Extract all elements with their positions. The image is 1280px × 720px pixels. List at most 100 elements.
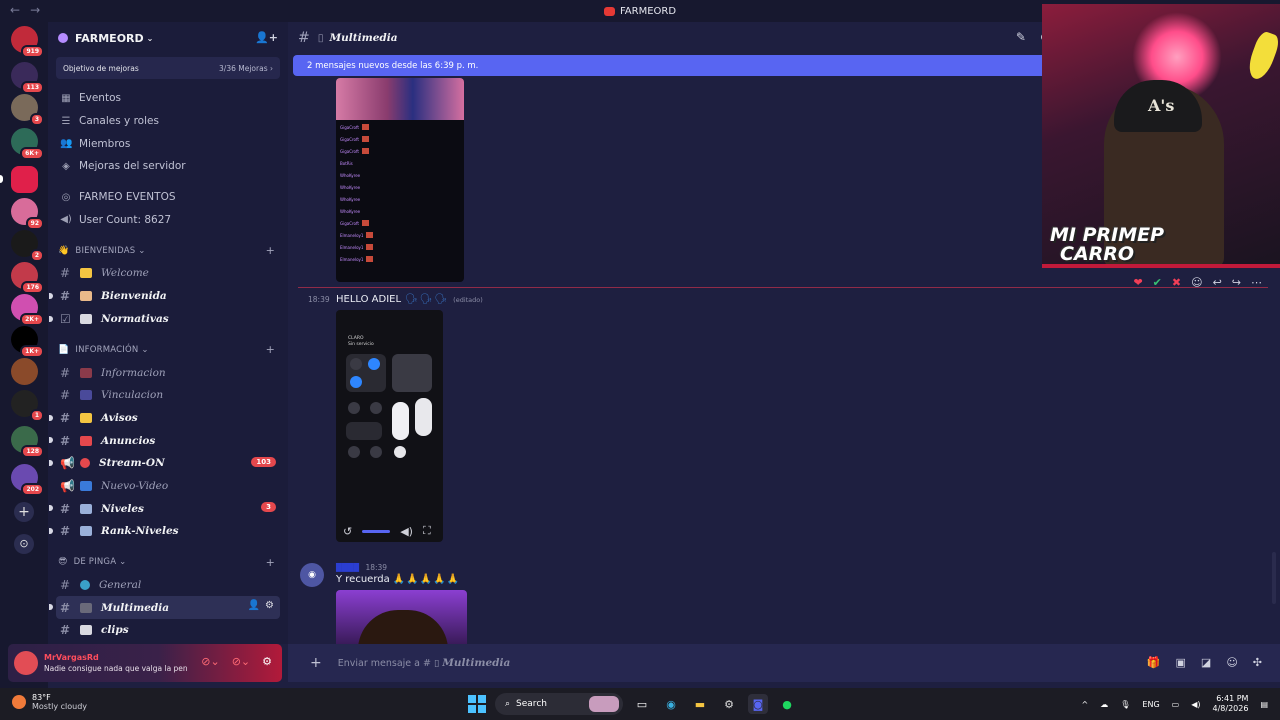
mic-muted-icon[interactable]: ⊘⌄ [201,655,219,668]
video-progress-bar[interactable] [362,529,391,533]
replay-icon[interactable]: ↺ [343,525,352,538]
chevron-up-icon[interactable]: ^ [1082,700,1089,709]
server-icon-13[interactable]: 128 [11,426,44,458]
menu-canales-roles[interactable]: ☰ Canales y roles [48,110,288,133]
forward-icon[interactable]: ↪ [1232,276,1241,289]
settings-gear-icon[interactable]: ⚙ [262,655,272,668]
cloud-icon[interactable]: ☁ [1100,700,1108,709]
network-icon[interactable]: ▭ [1172,700,1180,709]
add-channel-icon[interactable]: + [266,556,275,569]
server-icon-11[interactable] [11,358,38,385]
menu-miembros[interactable]: 👥 Miembros [48,132,288,155]
sticker-icon[interactable]: ◪ [1201,656,1211,669]
server-icon-5[interactable] [11,166,38,193]
x-reaction-icon[interactable]: ✖ [1172,276,1181,289]
emoji-icon[interactable]: ☺ [1226,656,1237,669]
stat-user-count[interactable]: ◀) User Count: 8627 [48,208,288,231]
task-view-icon[interactable]: ▭ [632,694,652,714]
channel-rank-niveles[interactable]: # Rank-Niveles [48,520,288,543]
notifications-icon[interactable]: ▤ [1260,700,1268,709]
server-header[interactable]: FARMEORD ⌄ 👤+ [48,22,288,54]
fullscreen-icon[interactable]: ⛶ [423,524,431,538]
new-messages-bar[interactable]: 2 mensajes nuevos desde las 6:39 p. m. [293,55,1043,76]
forward-arrow-icon[interactable]: → [30,3,40,17]
channel-stream-on[interactable]: 📢 Stream-ON 103 [48,452,288,475]
mic-icon[interactable]: 🎙 [1120,700,1130,709]
file-explorer-icon[interactable]: ▬ [690,694,710,714]
server-icon-6[interactable]: 92 [11,198,44,230]
channel-avisos[interactable]: # Avisos [48,407,288,430]
invite-icon[interactable]: 👤 [248,600,260,611]
weather-widget[interactable]: 83°F Mostly cloudy [12,693,87,711]
start-button-icon[interactable] [468,695,486,713]
add-channel-icon[interactable]: + [266,244,275,257]
add-reaction-icon[interactable]: ☺ [1191,276,1202,289]
channel-normativas[interactable]: ☑ Normativas [48,308,288,331]
server-icon-10[interactable]: 1K+ [11,326,44,358]
composer-placeholder[interactable]: Enviar mensaje a # ▯ Multimedia [338,657,511,669]
channel-informacion[interactable]: # Informacion [48,361,288,384]
scrollbar[interactable] [1272,552,1276,604]
channel-general[interactable]: # General [48,574,288,597]
apps-icon[interactable]: ✣ [1253,656,1262,669]
server-icon-12[interactable]: 1 [11,390,44,422]
app-icon[interactable]: ⚙ [719,694,739,714]
message-composer[interactable]: + Enviar mensaje a # ▯ Multimedia 🎁 ▣ ◪ … [288,644,1280,682]
headphones-muted-icon[interactable]: ⊘⌄ [232,655,250,668]
server-icon-3[interactable]: 3 [11,94,44,126]
back-arrow-icon[interactable]: ← [10,3,20,17]
server-icon-14[interactable]: 202 [11,464,44,496]
server-icon-7[interactable]: 2 [11,230,44,262]
members-icon: 👥 [60,138,73,150]
boost-goal-bar[interactable]: Objetivo de mejoras 3/36 Mejoras › [56,57,280,79]
invite-user-icon[interactable]: 👤+ [255,31,278,44]
server-icon-2[interactable]: 113 [11,62,44,94]
chat-image-attachment[interactable] [336,590,467,644]
explore-icon[interactable]: ⊙ [14,534,34,554]
discord-taskbar-icon[interactable]: ◙ [748,694,768,714]
stat-farmeo-eventos[interactable]: ◎ FARMEO EVENTOS [48,186,288,209]
category-bienvenidas[interactable]: 👋 BIENVENIDAS ⌄ + [48,239,288,262]
menu-mejoras[interactable]: ◈ Mejoras del servidor [48,155,288,178]
avatar[interactable] [14,651,38,675]
more-icon[interactable]: ⋯ [1251,276,1262,289]
chat-screenshot-image[interactable]: GigaCroft GigaCroft GigaCroft BotRis Who… [336,78,464,282]
channel-nuevo-video[interactable]: 📢 Nuevo-Video [48,475,288,498]
heart-reaction-icon[interactable]: ❤ [1133,276,1142,289]
menu-eventos[interactable]: ▦ Eventos [48,87,288,110]
add-server-icon[interactable]: + [14,502,34,522]
category-de-pinga[interactable]: 😎 DE PINGA ⌄ + [48,551,288,574]
spotify-icon[interactable]: ● [777,694,797,714]
clock[interactable]: 6:41 PM 4/8/2026 [1213,694,1249,714]
channel-welcome[interactable]: # Welcome [48,262,288,285]
gif-icon[interactable]: ▣ [1176,656,1186,669]
avatar[interactable]: ◉ [300,563,324,587]
new-messages-divider [298,287,1268,288]
add-channel-icon[interactable]: + [266,343,275,356]
server-icon-9[interactable]: 2K+ [11,294,44,326]
volume-icon[interactable]: ◀) [1191,700,1200,709]
channel-anuncios[interactable]: # Anuncios [48,429,288,452]
gear-icon[interactable]: ⚙ [265,600,274,611]
channel-vinculacion[interactable]: # Vinculacion [48,384,288,407]
server-icon-1[interactable]: 919 [11,26,44,58]
language-indicator[interactable]: ENG [1142,700,1159,709]
channel-clips[interactable]: # clips [48,619,288,642]
gift-icon[interactable]: 🎁 [1147,656,1161,669]
channel-niveles[interactable]: # Niveles 3 [48,497,288,520]
rules-icon: ☑ [60,311,71,326]
channel-bienvenida[interactable]: # Bienvenida [48,285,288,308]
volume-icon[interactable]: ◀) [400,525,413,538]
channel-multimedia[interactable]: # Multimedia 👤 ⚙ [49,596,280,620]
server-icon-4[interactable]: 6K+ [11,128,44,160]
reply-icon[interactable]: ↩ [1213,276,1222,289]
video-attachment[interactable]: CLARO Sin servicio ↺ ◀) ⛶ [336,310,443,542]
server-icon-8[interactable]: 176 [11,262,44,294]
threads-icon[interactable]: ✎ [1016,30,1026,44]
taskbar-search[interactable]: ⌕ Search [495,693,623,715]
attach-plus-icon[interactable]: + [310,655,322,671]
check-reaction-icon[interactable]: ✔ [1153,276,1162,289]
category-informacion[interactable]: 📄 INFORMACIÓN ⌄ + [48,338,288,361]
author-name[interactable]: ████ [336,563,359,572]
edge-icon[interactable]: ◉ [661,694,681,714]
